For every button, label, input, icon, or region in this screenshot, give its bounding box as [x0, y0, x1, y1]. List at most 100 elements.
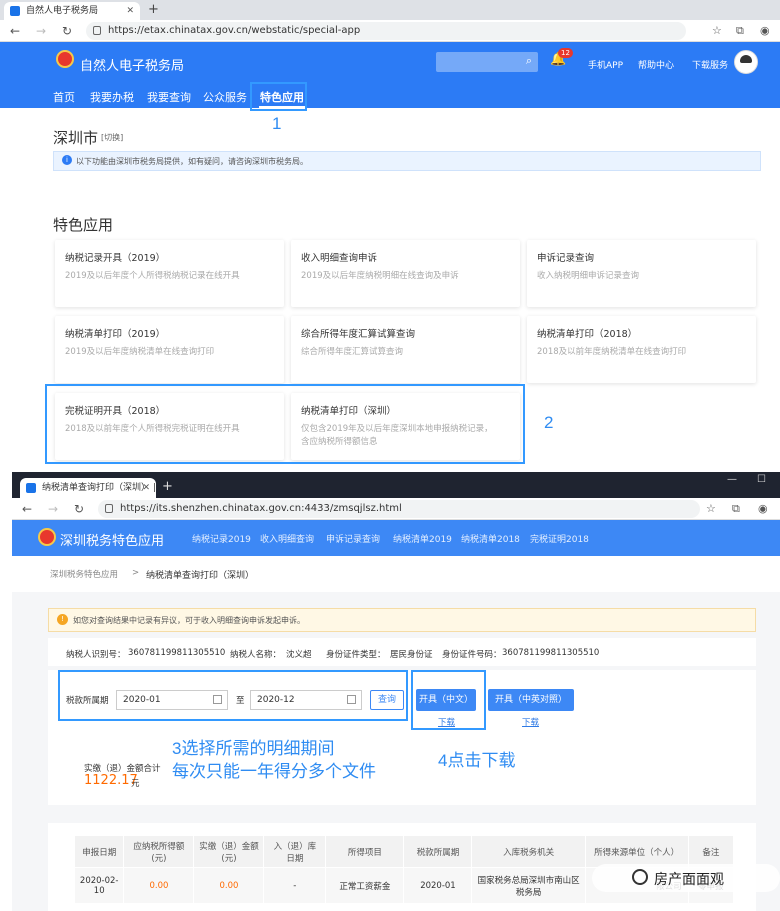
link-mobile-app[interactable]: 手机APP: [588, 58, 623, 71]
name-value: 沈义超: [286, 650, 312, 660]
cell-storage-date: -: [263, 867, 327, 904]
card-title: 纳税记录开具（2019）: [65, 253, 166, 264]
annotation-2: 2: [544, 413, 554, 432]
lock-icon: [105, 504, 113, 513]
tab-title: 纳税清单查询打印（深圳） | 自然: [42, 483, 156, 493]
nav-home[interactable]: 首页: [53, 89, 75, 105]
breadcrumb-current: 纳税清单查询打印（深圳）: [146, 571, 255, 581]
annotation-box-4: [411, 670, 486, 730]
favicon-icon: [10, 6, 20, 16]
warning-icon: !: [57, 614, 68, 625]
tax-emblem-icon: [38, 528, 56, 546]
annotation-box-2: [45, 384, 525, 464]
nav-tax[interactable]: 我要办税: [90, 89, 134, 105]
download-en-link[interactable]: 下载: [522, 716, 539, 728]
warning-bar: ! 如您对查询结果中记录有异议，可于收入明细查询申诉发起申诉。: [48, 608, 756, 632]
link-download[interactable]: 下载服务: [692, 58, 728, 71]
card-desc: 2018及以前年度纳税清单在线查询打印: [537, 347, 687, 357]
col-taxable-income: 应纳税所得额 (元): [123, 835, 195, 868]
annotation-1: 1: [272, 114, 282, 133]
back-icon[interactable]: ←: [22, 498, 32, 520]
forward-icon[interactable]: →: [36, 20, 46, 42]
cell-taxable-income: 0.00: [123, 867, 195, 904]
annotation-3-line2: 每次只能一年得分多个文件: [172, 762, 376, 781]
browser1-tabbar: 自然人电子税务局 ✕ +: [0, 0, 780, 20]
address-bar[interactable]: https://its.shenzhen.chinatax.gov.cn:443…: [98, 500, 700, 518]
annotation-4: 4点击下载: [438, 751, 516, 770]
search-icon[interactable]: ⌕: [526, 54, 532, 68]
card-desc: 收入纳税明细申诉记录查询: [537, 271, 640, 281]
forward-icon[interactable]: →: [48, 498, 58, 520]
section-title: 特色应用: [53, 216, 114, 234]
browser2-tab[interactable]: 纳税清单查询打印（深圳） | 自然 ✕: [20, 478, 156, 498]
collections-icon[interactable]: ⧉: [736, 20, 744, 42]
maximize-icon[interactable]: ☐: [757, 474, 766, 485]
card-desc: 综合所得年度汇算试算查询: [301, 347, 404, 357]
search-input[interactable]: ⌕: [436, 52, 538, 72]
profile-icon[interactable]: ◉: [758, 498, 768, 520]
tax-emblem-icon: [56, 50, 74, 68]
watermark-text: 房产面面观: [654, 872, 724, 888]
card-tax-record-2019[interactable]: 纳税记录开具（2019） 2019及以后年度个人所得税纳税记录在线开具: [55, 240, 284, 307]
nav-income-query[interactable]: 收入明细查询: [260, 532, 314, 545]
tab-title: 自然人电子税务局: [26, 6, 99, 16]
idtype-value: 居民身份证: [390, 650, 433, 660]
back-icon[interactable]: ←: [10, 20, 20, 42]
idtype-label: 身份证件类型：: [326, 650, 386, 660]
annotation-box-3: [58, 670, 408, 721]
taxpayer-info: 纳税人识别号： 360781199811305510 纳税人名称： 沈义超 身份…: [48, 638, 756, 666]
url-text: https://etax.chinatax.gov.cn/webstatic/s…: [108, 25, 361, 36]
breadcrumb-root[interactable]: 深圳税务特色应用: [50, 568, 118, 580]
warning-text: 如您对查询结果中记录有异议，可于收入明细查询申诉发起申诉。: [73, 616, 305, 625]
nav-tax-list-2019[interactable]: 纳税清单2019: [393, 532, 452, 545]
idno-label: 身份证件号码：: [442, 650, 502, 660]
new-tab-icon[interactable]: +: [148, 1, 159, 19]
card-income-appeal[interactable]: 收入明细查询申诉 2019及以后年度纳税明细在线查询及申诉: [291, 240, 520, 307]
col-income-item: 所得项目: [325, 835, 405, 868]
annotation-box-1: [250, 82, 307, 111]
nav-tax-cert-2018[interactable]: 完税证明2018: [530, 532, 589, 545]
nav-appeal-record[interactable]: 申诉记录查询: [326, 532, 380, 545]
card-tax-list-2019[interactable]: 纳税清单打印（2019） 2019及以后年度纳税清单在线查询打印: [55, 316, 284, 383]
favorites-icon[interactable]: ☆: [712, 20, 722, 42]
cell-tax-authority: 国家税务总局深圳市南山区 税务局: [471, 867, 586, 904]
site1-header: 自然人电子税务局 ⌕ 🔔 12 手机APP 帮助中心 下载服务 首页 我要办税 …: [0, 42, 780, 108]
city-title: 深圳市: [53, 129, 99, 147]
nav-query[interactable]: 我要查询: [147, 89, 191, 105]
favicon-icon: [26, 483, 36, 493]
browser1-tab[interactable]: 自然人电子税务局 ✕: [4, 2, 140, 20]
profile-icon[interactable]: ◉: [760, 20, 770, 42]
browser2-toolbar: ← → ↻ https://its.shenzhen.chinatax.gov.…: [12, 498, 780, 520]
favorites-icon[interactable]: ☆: [706, 498, 716, 520]
reload-icon[interactable]: ↻: [62, 20, 72, 42]
close-tab-icon[interactable]: ✕: [126, 2, 134, 20]
nav-public[interactable]: 公众服务: [203, 89, 247, 105]
avatar[interactable]: [734, 50, 758, 74]
notification-badge: 12: [558, 48, 573, 58]
col-tax-period: 税款所属期: [403, 835, 473, 868]
card-annual-settlement[interactable]: 综合所得年度汇算试算查询 综合所得年度汇算试算查询: [291, 316, 520, 383]
site2-title: 深圳税务特色应用: [60, 534, 165, 549]
tin-value: 360781199811305510: [128, 648, 226, 658]
reload-icon[interactable]: ↻: [74, 498, 84, 520]
address-bar[interactable]: https://etax.chinatax.gov.cn/webstatic/s…: [86, 22, 686, 40]
new-tab-icon[interactable]: +: [162, 478, 173, 496]
issue-en-button[interactable]: 开具（中英对照）: [488, 689, 574, 711]
breadcrumb: 深圳税务特色应用 > 纳税清单查询打印（深圳）: [12, 556, 780, 592]
link-help-center[interactable]: 帮助中心: [638, 58, 674, 71]
col-income-source: 所得来源单位（个人）: [584, 835, 689, 868]
breadcrumb-sep: >: [132, 568, 140, 578]
collections-icon[interactable]: ⧉: [732, 498, 740, 520]
nav-tax-record-2019[interactable]: 纳税记录2019: [192, 532, 251, 545]
city-switch-link[interactable]: [切换]: [101, 132, 123, 143]
nav-tax-list-2018[interactable]: 纳税清单2018: [461, 532, 520, 545]
card-tax-list-2018[interactable]: 纳税清单打印（2018） 2018及以前年度纳税清单在线查询打印: [527, 316, 756, 383]
annotation-3-line1: 3选择所需的明细期间: [172, 739, 335, 758]
lock-icon: [93, 26, 101, 35]
close-tab-icon[interactable]: ✕: [142, 478, 150, 498]
cell-declare-date: 2020-02- 10: [73, 867, 125, 904]
browser2-tabbar: 纳税清单查询打印（深圳） | 自然 ✕ + — ☐: [12, 472, 780, 498]
card-appeal-record[interactable]: 申诉记录查询 收入纳税明细申诉记录查询: [527, 240, 756, 307]
minimize-icon[interactable]: —: [727, 474, 737, 485]
card-title: 纳税清单打印（2018）: [537, 329, 638, 340]
